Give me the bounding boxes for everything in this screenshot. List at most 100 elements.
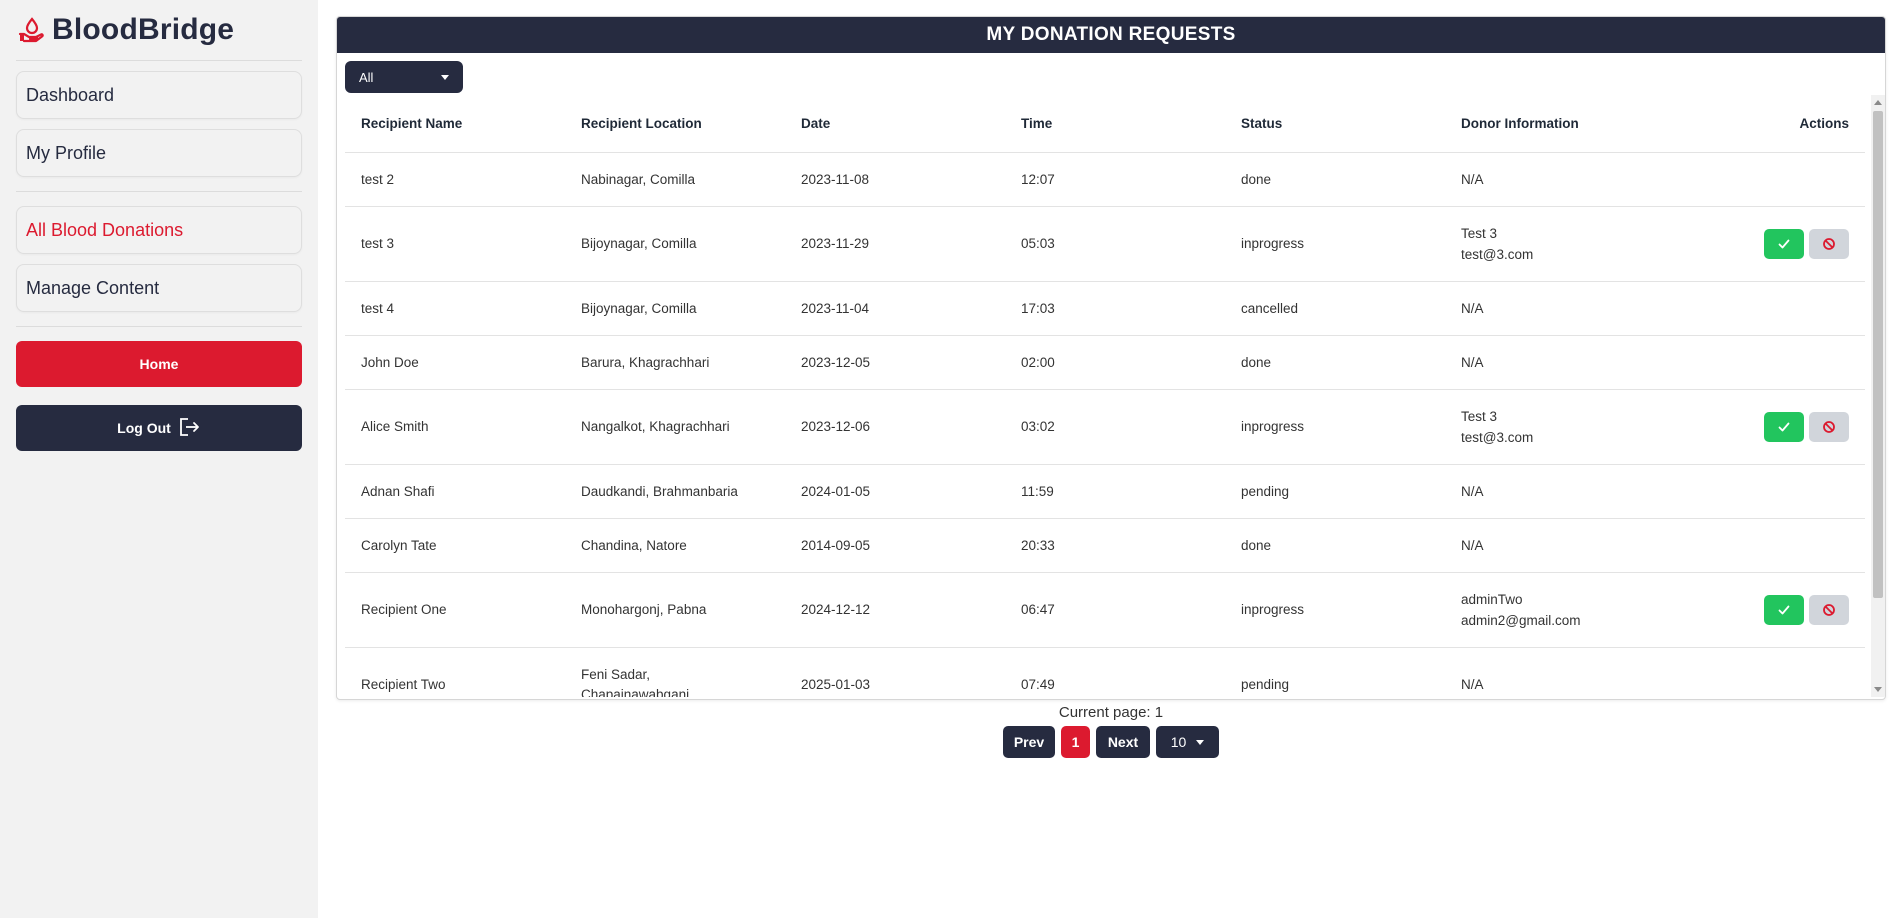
status-filter-dropdown[interactable]: All <box>345 61 463 93</box>
table-row: test 3 Bijoynagar, Comilla 2023-11-29 05… <box>345 206 1865 282</box>
home-button[interactable]: Home <box>16 341 302 387</box>
logout-button-label: Log Out <box>117 420 171 436</box>
cell-date: 2023-11-08 <box>785 152 1005 207</box>
cell-date: 2023-12-06 <box>785 389 1005 465</box>
check-icon <box>1778 422 1790 431</box>
mark-done-button[interactable] <box>1764 411 1804 442</box>
donor-name: Test 3 <box>1461 225 1498 241</box>
logout-icon <box>179 417 201 440</box>
table-header-row: Recipient Name Recipient Location Date T… <box>345 95 1865 153</box>
caret-down-icon <box>1196 739 1205 745</box>
table-row: Recipient One Monohargonj, Pabna 2024-12… <box>345 572 1865 648</box>
cell-date: 2025-01-03 <box>785 647 1005 697</box>
brand[interactable]: BloodBridge <box>16 0 302 60</box>
blood-drop-hand-icon <box>16 15 46 45</box>
scroll-up-arrow-icon[interactable] <box>1874 100 1882 105</box>
donation-requests-panel: MY DONATION REQUESTS All Recipient Name … <box>336 16 1886 700</box>
sidebar-item-manage-content[interactable]: Manage Content <box>16 264 302 312</box>
cell-actions <box>1695 152 1865 207</box>
page-size-value: 10 <box>1170 734 1187 750</box>
cell-time: 02:00 <box>1005 335 1225 390</box>
cell-actions <box>1695 389 1865 465</box>
cancel-request-button[interactable] <box>1809 411 1849 442</box>
table-row: John Doe Barura, Khagrachhari 2023-12-05… <box>345 335 1865 390</box>
cell-recipient-location: Monohargonj, Pabna <box>565 572 785 648</box>
cell-recipient-name: test 4 <box>345 281 565 336</box>
cell-recipient-name: Alice Smith <box>345 389 565 465</box>
cell-donor-information: N/A <box>1445 335 1695 390</box>
cell-recipient-name: Carolyn Tate <box>345 518 565 573</box>
cell-status: done <box>1225 518 1445 573</box>
sidebar-item-dashboard[interactable]: Dashboard <box>16 71 302 119</box>
sidebar-item-all-blood-donations[interactable]: All Blood Donations <box>16 206 302 254</box>
cell-date: 2023-11-04 <box>785 281 1005 336</box>
cancel-request-button[interactable] <box>1809 228 1849 259</box>
cell-status: inprogress <box>1225 206 1445 282</box>
cell-recipient-location: Nangalkot, Khagrachhari <box>565 389 785 465</box>
cell-actions <box>1695 518 1865 573</box>
column-header-date: Date <box>785 95 1005 153</box>
scroll-down-arrow-icon[interactable] <box>1874 687 1882 692</box>
cell-date: 2023-11-29 <box>785 206 1005 282</box>
cell-date: 2024-01-05 <box>785 464 1005 519</box>
cell-recipient-location: Bijoynagar, Comilla <box>565 281 785 336</box>
next-page-button[interactable]: Next <box>1096 726 1150 758</box>
sidebar-item-my-profile[interactable]: My Profile <box>16 129 302 177</box>
table-row: Carolyn Tate Chandina, Natore 2014-09-05… <box>345 518 1865 573</box>
donor-name: Test 3 <box>1461 408 1498 424</box>
page-number-button[interactable]: 1 <box>1061 726 1090 758</box>
donor-email: test@3.com <box>1461 429 1534 445</box>
nav-group-secondary: All Blood Donations Manage Content <box>16 206 302 327</box>
cell-time: 05:03 <box>1005 206 1225 282</box>
cell-recipient-name: Adnan Shafi <box>345 464 565 519</box>
cell-recipient-name: Recipient Two <box>345 647 565 697</box>
cell-time: 20:33 <box>1005 518 1225 573</box>
prev-page-button[interactable]: Prev <box>1003 726 1055 758</box>
table-scrollbar[interactable] <box>1871 95 1885 697</box>
cell-recipient-name: Recipient One <box>345 572 565 648</box>
cell-actions <box>1695 335 1865 390</box>
cell-donor-information: N/A <box>1445 518 1695 573</box>
cell-actions <box>1695 647 1865 697</box>
column-header-recipient-name: Recipient Name <box>345 95 565 153</box>
donor-email: test@3.com <box>1461 246 1534 262</box>
mark-done-button[interactable] <box>1764 594 1804 625</box>
ban-icon <box>1823 237 1835 250</box>
cell-recipient-name: John Doe <box>345 335 565 390</box>
cell-recipient-location: Nabinagar, Comilla <box>565 152 785 207</box>
cell-status: done <box>1225 152 1445 207</box>
column-header-actions: Actions <box>1695 95 1865 153</box>
check-icon <box>1778 239 1790 248</box>
cell-recipient-location: Bijoynagar, Comilla <box>565 206 785 282</box>
cell-donor-information: N/A <box>1445 281 1695 336</box>
nav-group-primary: Dashboard My Profile <box>16 71 302 192</box>
location-text: Feni Sadar, Chapainawabganj <box>581 666 690 698</box>
caret-down-icon <box>441 74 449 80</box>
mark-done-button[interactable] <box>1764 228 1804 259</box>
cell-status: inprogress <box>1225 389 1445 465</box>
logout-button[interactable]: Log Out <box>16 405 302 451</box>
requests-table-container: Recipient Name Recipient Location Date T… <box>345 95 1872 697</box>
scroll-thumb[interactable] <box>1873 111 1883 598</box>
table-row: Alice Smith Nangalkot, Khagrachhari 2023… <box>345 389 1865 465</box>
table-row: test 4 Bijoynagar, Comilla 2023-11-04 17… <box>345 281 1865 336</box>
cell-date: 2024-12-12 <box>785 572 1005 648</box>
cell-time: 11:59 <box>1005 464 1225 519</box>
page-size-dropdown[interactable]: 10 <box>1156 726 1219 758</box>
cell-status: done <box>1225 335 1445 390</box>
status-filter-value: All <box>359 69 374 85</box>
cell-actions <box>1695 281 1865 336</box>
cell-status: inprogress <box>1225 572 1445 648</box>
cell-actions <box>1695 206 1865 282</box>
cell-recipient-location: Feni Sadar, Chapainawabganj <box>565 647 785 697</box>
sidebar-item-label: Manage Content <box>26 277 160 298</box>
cancel-request-button[interactable] <box>1809 594 1849 625</box>
table-row: Recipient Two Feni Sadar, Chapainawabgan… <box>345 647 1865 697</box>
donor-email: admin2@gmail.com <box>1461 612 1581 628</box>
cell-donor-information: N/A <box>1445 464 1695 519</box>
ban-icon <box>1823 420 1835 433</box>
cell-recipient-location: Barura, Khagrachhari <box>565 335 785 390</box>
donor-name: N/A <box>1461 483 1484 499</box>
cell-status: cancelled <box>1225 281 1445 336</box>
cell-actions <box>1695 572 1865 648</box>
